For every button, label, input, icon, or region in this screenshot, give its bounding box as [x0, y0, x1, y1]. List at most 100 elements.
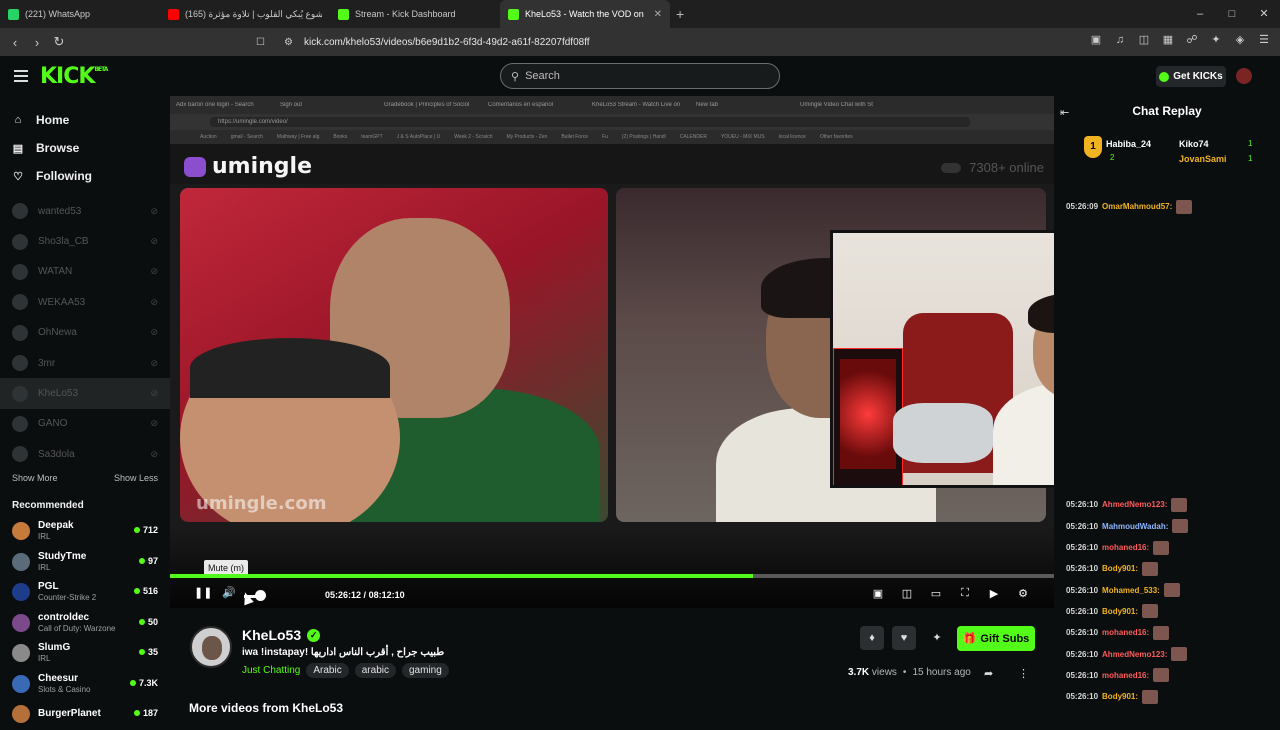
followed-channel[interactable]: Sho3la_CB ⊘	[0, 226, 170, 256]
recommended-channel[interactable]: SlumG IRL 35	[0, 638, 170, 669]
recommended-channel[interactable]: Cheesur Slots & Casino 7.3K	[0, 669, 170, 700]
speed-icon[interactable]: ▶	[986, 587, 1002, 600]
wallet-icon[interactable]: ▦	[1160, 32, 1176, 48]
heart-icon: ♡	[13, 170, 23, 183]
kick-logo[interactable]: KICKBETA	[40, 64, 108, 89]
gifter-name[interactable]: JovanSami	[1179, 154, 1227, 164]
theater-mode-icon[interactable]: ▭	[928, 587, 944, 600]
maximize-button[interactable]: □	[1216, 0, 1248, 28]
settings-gear-icon[interactable]: ⚙	[1015, 587, 1031, 600]
close-window-button[interactable]: ✕	[1248, 0, 1280, 28]
offline-icon: ⊘	[150, 418, 158, 429]
video-player[interactable]: Adx baron one login - Search Sign out Grad…	[170, 96, 1054, 608]
live-dot-icon	[138, 649, 145, 655]
extensions-icon[interactable]: ☍	[1184, 32, 1200, 48]
recommended-channel[interactable]: StudyTme IRL 97	[0, 547, 170, 578]
browser-tab[interactable]: KheLo53 - Watch the VOD on ✕	[500, 0, 670, 28]
followed-channel[interactable]: wanted53 ⊘	[0, 196, 170, 226]
recommended-channel[interactable]: BurgerPlanet 187	[0, 699, 170, 730]
browser-tab[interactable]: خشوع يُبكي القلوب | تلاوة مؤثرة (165)	[160, 0, 330, 28]
followed-channel[interactable]: KheLo53 ⊘	[0, 378, 170, 409]
followed-channel[interactable]: WATAN ⊘	[0, 257, 170, 287]
miniplayer-icon[interactable]: ◫	[899, 587, 915, 600]
category-link[interactable]: Just Chatting	[242, 665, 300, 676]
search-input[interactable]: ⚲ Search	[500, 63, 780, 89]
message-username[interactable]: AhmedNemo123:	[1102, 650, 1167, 659]
browser-tab[interactable]: Stream - Kick Dashboard	[330, 0, 500, 28]
pause-icon[interactable]: ❚❚	[194, 586, 212, 599]
stream-tag[interactable]: Arabic	[306, 663, 349, 678]
hamburger-menu-icon[interactable]	[14, 70, 28, 85]
site-info-icon[interactable]: ⚙	[284, 37, 293, 48]
followed-channel[interactable]: OhNewa ⊘	[0, 318, 170, 348]
screenshot-icon[interactable]: ▣	[1088, 32, 1104, 48]
message-username[interactable]: mohaned16:	[1102, 543, 1149, 552]
channel-category: IRL	[38, 532, 51, 542]
share-icon[interactable]: ➦	[984, 667, 993, 680]
stream-tag[interactable]: gaming	[401, 663, 449, 678]
forward-icon[interactable]: ›	[26, 35, 48, 50]
message-username[interactable]: Body901:	[1102, 607, 1138, 616]
followed-channel[interactable]: GANO ⊘	[0, 409, 170, 439]
vpn-icon[interactable]: ◈	[1232, 32, 1248, 48]
reload-icon[interactable]: ↻	[48, 34, 70, 50]
followed-channel[interactable]: Sa3dola ⊘	[0, 439, 170, 469]
channel-avatar[interactable]	[190, 626, 232, 668]
show-more-button[interactable]: Show More	[12, 473, 58, 483]
gift-subs-button[interactable]: 🎁 Gift Subs	[957, 626, 1035, 651]
menu-icon[interactable]: ☰	[1256, 32, 1272, 48]
message-username[interactable]: MahmoudWadah:	[1102, 522, 1168, 531]
tab-favicon-icon	[168, 8, 179, 20]
ai-icon[interactable]: ✦	[1208, 32, 1224, 48]
more-options-icon[interactable]: ⋮	[1018, 667, 1029, 680]
recommended-channel[interactable]: Deepak IRL 712	[0, 516, 170, 547]
message-username[interactable]: Mohamed_533:	[1102, 586, 1160, 595]
message-username[interactable]: OmarMahmoud57:	[1102, 202, 1172, 211]
stream-tag[interactable]: arabic	[354, 663, 396, 678]
back-icon[interactable]: ‹	[4, 35, 26, 50]
umingle-logo: umingle	[184, 154, 312, 179]
bookmark-icon[interactable]: ☐	[256, 37, 265, 48]
message-username[interactable]: mohaned16:	[1102, 671, 1149, 680]
close-tab-icon[interactable]: ✕	[654, 9, 662, 20]
sidebar-item-following[interactable]: ♡ Following	[12, 162, 158, 190]
volume-icon[interactable]: 🔊	[222, 586, 236, 599]
message-username[interactable]: Body901:	[1102, 564, 1138, 573]
sparkle-icon[interactable]: ✦	[925, 626, 949, 650]
message-username[interactable]: mohaned16:	[1102, 628, 1149, 637]
follow-heart-icon[interactable]: ♥	[892, 626, 916, 650]
clip-icon[interactable]: ▣	[870, 587, 886, 600]
music-icon[interactable]: ♫	[1112, 32, 1128, 48]
viewer-number: 7.3K	[138, 677, 158, 688]
volume-slider-knob[interactable]	[255, 590, 266, 601]
recommended-channel[interactable]: PGL Counter-Strike 2 516	[0, 577, 170, 608]
video-browser-tab: Gradebook | Principles of Sociol	[384, 102, 470, 108]
gifter-name[interactable]: Kiko74	[1179, 139, 1209, 149]
notification-bell-icon[interactable]: ♦	[860, 626, 884, 650]
followed-channel[interactable]: 3mr ⊘	[0, 348, 170, 378]
message-username[interactable]: AhmedNemo123:	[1102, 500, 1167, 509]
more-videos-heading: More videos from KheLo53	[189, 701, 344, 715]
live-dot-icon	[133, 527, 140, 533]
channel-name-row: KheLo53 ✓	[242, 627, 321, 643]
progress-bar[interactable]	[170, 574, 1054, 578]
followed-channel[interactable]: WEKAA53 ⊘	[0, 287, 170, 317]
recommended-channel[interactable]: controldec Call of Duty: Warzone 50	[0, 608, 170, 639]
browser-tab[interactable]: (221) WhatsApp	[0, 0, 160, 28]
live-dot-icon	[133, 710, 140, 716]
channel-avatar	[12, 522, 30, 541]
message-username[interactable]: Body901:	[1102, 692, 1138, 701]
sidebar-item-home[interactable]: ⌂ Home	[12, 106, 158, 134]
get-kicks-button[interactable]: Get KICKs	[1156, 66, 1226, 87]
offline-icon: ⊘	[150, 236, 158, 247]
show-less-button[interactable]: Show Less	[114, 473, 158, 483]
url-field[interactable]: ☐ ⚙ kick.com/khelo53/videos/b6e9d1b2-6f3…	[256, 32, 996, 52]
channel-name[interactable]: KheLo53	[242, 627, 301, 643]
sidebar-item-browse[interactable]: ▤ Browse	[12, 134, 158, 162]
user-avatar[interactable]	[1236, 68, 1252, 84]
sidebar-icon[interactable]: ◫	[1136, 32, 1152, 48]
fullscreen-icon[interactable]: ⛶	[957, 587, 973, 600]
minimize-button[interactable]: –	[1184, 0, 1216, 28]
gifter-name[interactable]: Habiba_24	[1106, 139, 1151, 149]
new-tab-button[interactable]: +	[676, 6, 684, 22]
